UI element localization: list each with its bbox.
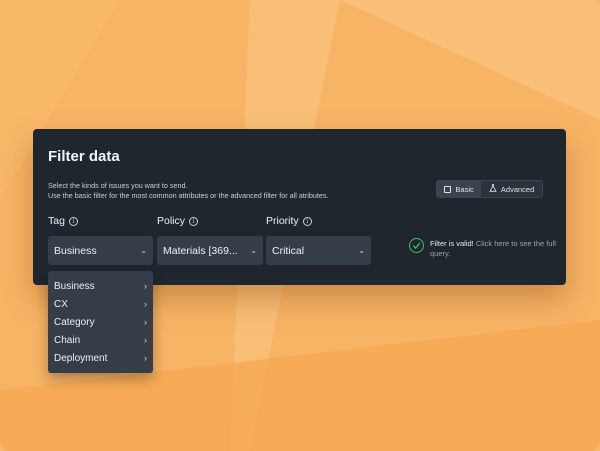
advanced-mode-label: Advanced (500, 184, 535, 194)
dropdown-item-cx[interactable]: CX › (48, 295, 153, 313)
chevron-right-icon: › (144, 299, 147, 309)
tag-select[interactable]: Business ⌄ (48, 236, 153, 265)
tag-dropdown-menu: Business › CX › Category › Chain › Deplo… (48, 271, 153, 373)
chevron-right-icon: › (144, 281, 147, 291)
priority-select[interactable]: Critical ⌄ (266, 236, 371, 265)
panel-description: Select the kinds of issues you want to s… (48, 181, 328, 200)
filter-panel: Filter data Select the kinds of issues y… (33, 129, 566, 285)
dropdown-item-label: Business (54, 280, 95, 292)
dropdown-item-chain[interactable]: Chain › (48, 331, 153, 349)
tag-label-text: Tag (48, 215, 65, 227)
filter-validation[interactable]: Filter is valid! Click here to see the f… (409, 238, 559, 258)
priority-select-value: Critical (272, 244, 305, 257)
square-icon (444, 185, 452, 193)
tag-label: Tag i (48, 215, 78, 227)
filter-mode-toggle: Basic Advanced (436, 180, 543, 198)
priority-label: Priority i (266, 215, 312, 227)
chevron-right-icon: › (144, 353, 147, 363)
chevron-right-icon: › (144, 317, 147, 327)
chevron-right-icon: › (144, 335, 147, 345)
dropdown-item-label: Chain (54, 334, 81, 346)
description-line-1: Select the kinds of issues you want to s… (48, 181, 188, 190)
tag-select-value: Business (54, 244, 97, 257)
dropdown-item-business[interactable]: Business › (48, 277, 153, 295)
policy-label: Policy i (157, 215, 199, 227)
policy-select-value: Materials [369... (163, 244, 238, 257)
basic-mode-button[interactable]: Basic (437, 181, 482, 197)
dropdown-item-deployment[interactable]: Deployment › (48, 349, 153, 367)
policy-select[interactable]: Materials [369... ⌄ (157, 236, 263, 265)
dropdown-item-label: Deployment (54, 352, 108, 364)
description-line-2: Use the basic filter for the most common… (48, 190, 329, 200)
info-icon[interactable]: i (302, 216, 312, 226)
basic-mode-label: Basic (455, 184, 474, 194)
policy-label-text: Policy (157, 215, 186, 227)
priority-label-text: Priority (266, 215, 299, 227)
dropdown-item-label: Category (54, 316, 95, 328)
validation-text: Filter is valid! Click here to see the f… (430, 238, 559, 258)
dropdown-item-category[interactable]: Category › (48, 313, 153, 331)
validation-status: Filter is valid! (430, 239, 474, 248)
chevron-down-icon: ⌄ (140, 246, 147, 255)
advanced-mode-button[interactable]: Advanced (481, 181, 542, 197)
flask-icon (489, 184, 497, 194)
info-icon[interactable]: i (68, 216, 78, 226)
chevron-down-icon: ⌄ (250, 246, 257, 255)
check-circle-icon (409, 238, 424, 253)
panel-title: Filter data (48, 148, 120, 165)
info-icon[interactable]: i (189, 216, 199, 226)
dropdown-item-label: CX (54, 298, 68, 310)
chevron-down-icon: ⌄ (358, 246, 365, 255)
